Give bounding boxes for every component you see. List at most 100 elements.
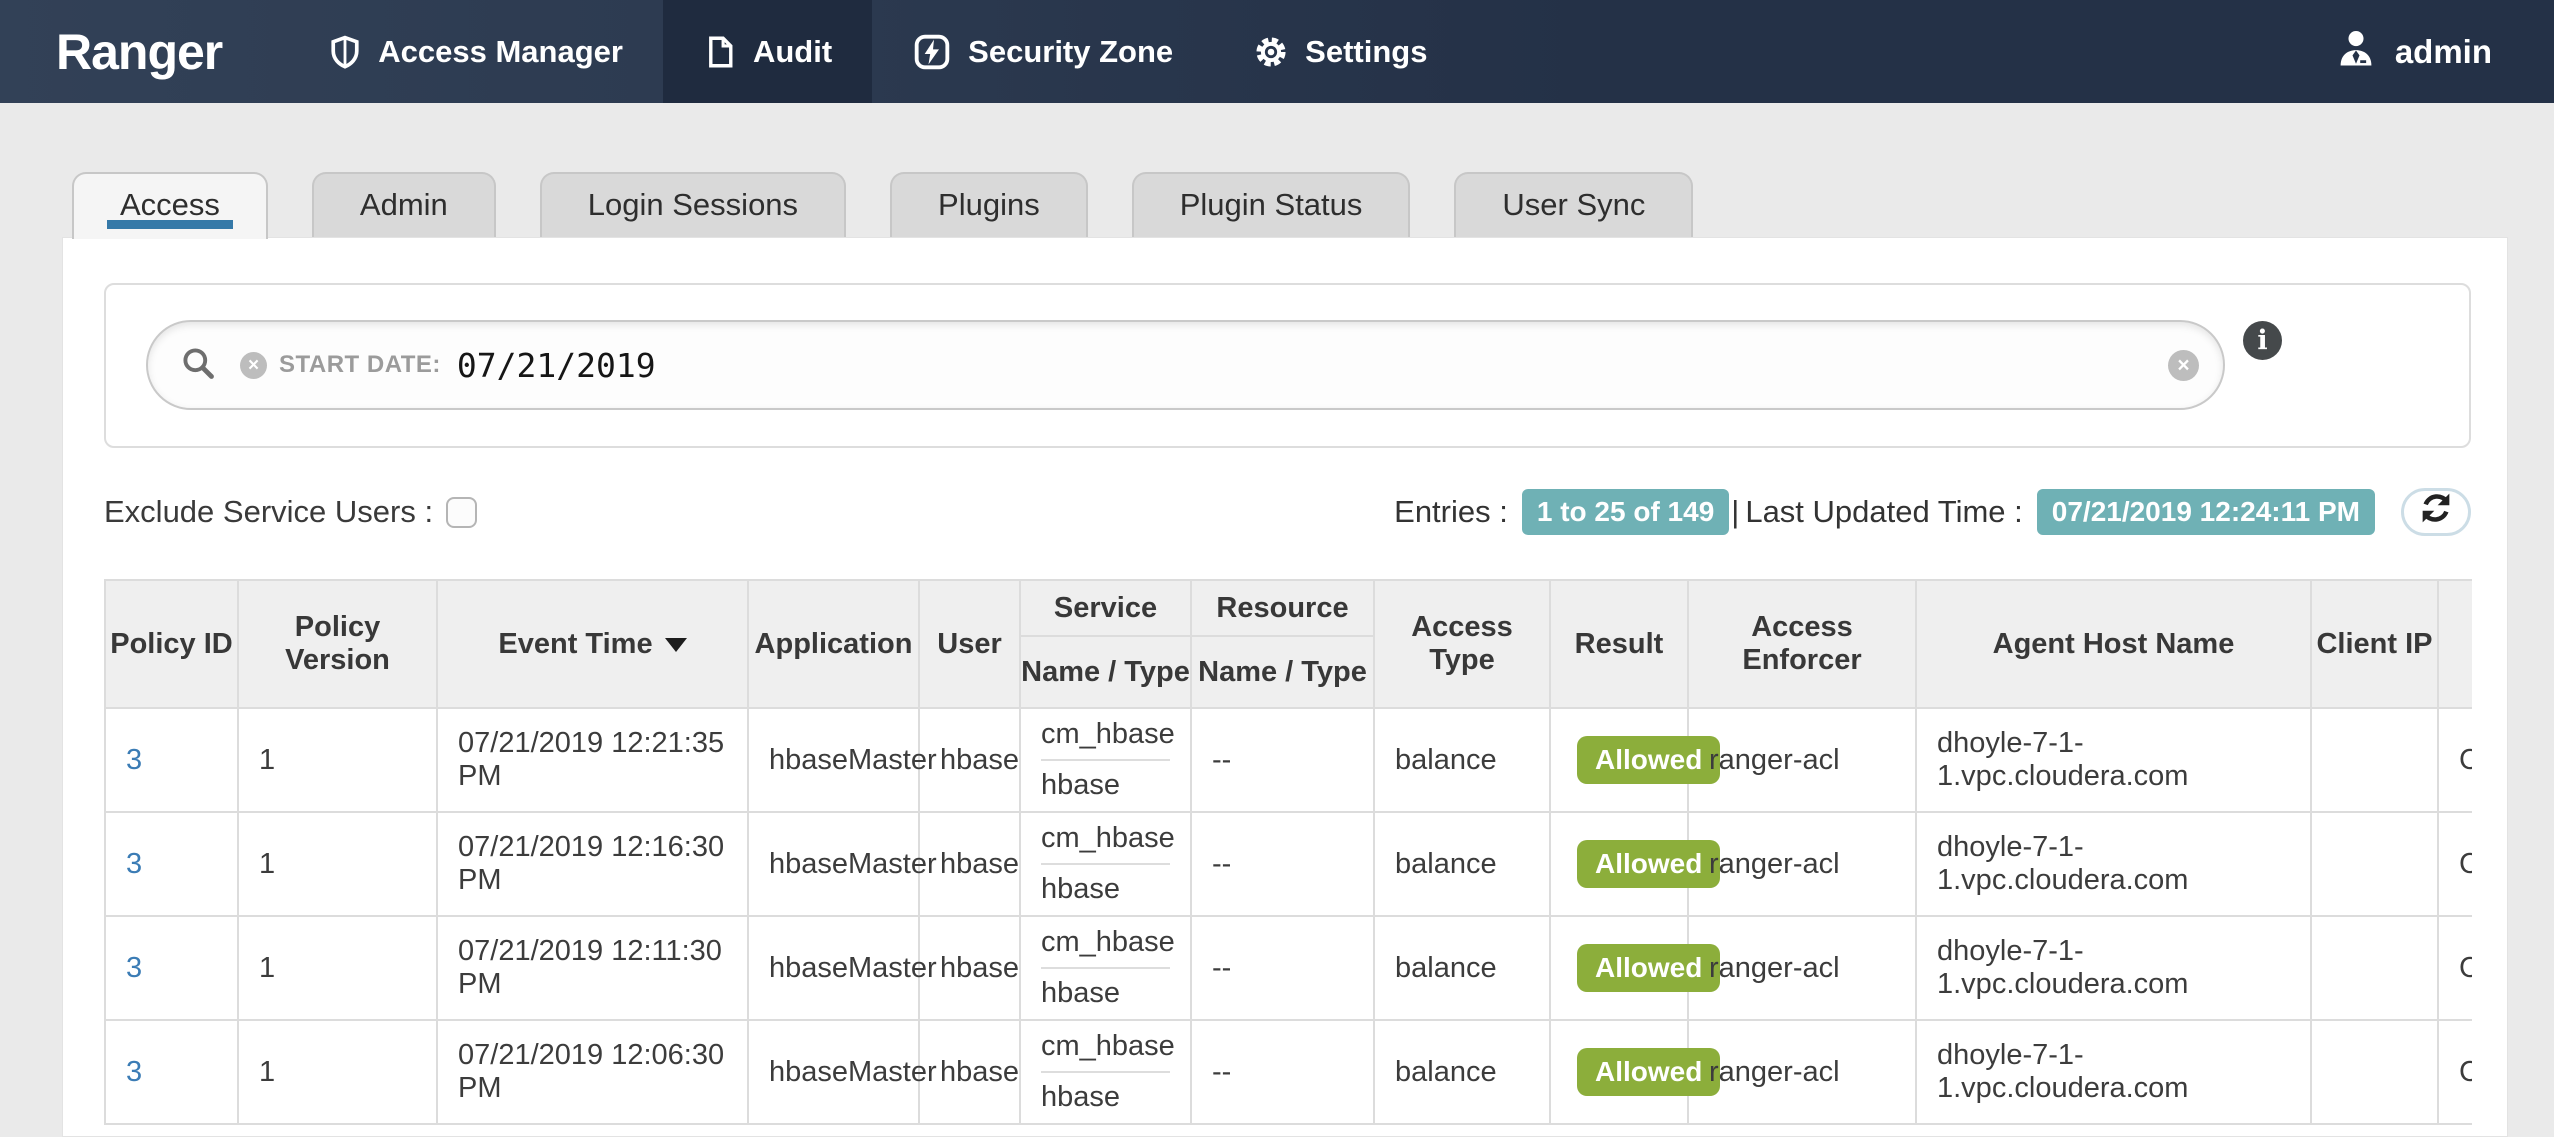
top-navbar: Ranger Access Manager Audit Security Zon…	[0, 0, 2554, 103]
filter-tag-label: START DATE:	[279, 351, 441, 379]
search-filter-box: × START DATE: 07/21/2019 × i	[104, 283, 2471, 448]
policy-id-link[interactable]: 3	[126, 952, 142, 984]
search-input[interactable]: × START DATE: 07/21/2019 ×	[146, 320, 2225, 410]
exclude-service-users-label: Exclude Service Users :	[104, 494, 433, 530]
result-badge: Allowed	[1577, 840, 1720, 888]
service-cell: cm_hbase hbase	[1020, 812, 1191, 916]
col-user: User	[919, 580, 1020, 708]
agent-host-cell: dhoyle-7-1-1.vpc.cloudera.com	[1916, 812, 2311, 916]
application-cell: hbaseMaster	[748, 812, 919, 916]
resource-cell: --	[1191, 916, 1374, 1020]
stats-divider: |	[1731, 494, 1739, 530]
col-client-ip: Client IP	[2311, 580, 2438, 708]
last-updated-label: Last Updated Time :	[1745, 494, 2022, 530]
tab-admin[interactable]: Admin	[312, 172, 496, 237]
agent-host-cell: dhoyle-7-1-1.vpc.cloudera.com	[1916, 708, 2311, 812]
access-type-cell: balance	[1374, 1020, 1550, 1124]
result-cell: Allowed	[1550, 1020, 1688, 1124]
access-type-cell: balance	[1374, 916, 1550, 1020]
refresh-icon	[2418, 490, 2454, 534]
user-icon	[2335, 27, 2377, 77]
nav-security-zone[interactable]: Security Zone	[872, 0, 1213, 103]
refresh-button[interactable]	[2401, 488, 2471, 536]
col-group-service: Service	[1020, 580, 1191, 636]
col-policy-version: Policy Version	[238, 580, 437, 708]
event-time-cell: 07/21/2019 12:06:30 PM	[437, 1020, 748, 1124]
access-enforcer-cell: ranger-acl	[1688, 812, 1916, 916]
tab-user-sync[interactable]: User Sync	[1454, 172, 1693, 237]
entries-label: Entries :	[1394, 494, 1508, 530]
service-type: hbase	[1041, 969, 1170, 1019]
audit-table-row: 3 1 07/21/2019 12:21:35 PM hbaseMaster h…	[105, 708, 2472, 812]
service-cell: cm_hbase hbase	[1020, 708, 1191, 812]
nav-item-label: Access Manager	[378, 34, 623, 70]
col-access-type: Access Type	[1374, 580, 1550, 708]
col-policy-id: Policy ID	[105, 580, 238, 708]
cluster-cell-clipped: C	[2438, 812, 2472, 916]
nav-settings[interactable]: Settings	[1213, 0, 1467, 103]
service-name: cm_hbase	[1041, 813, 1170, 865]
nav-item-label: Audit	[753, 34, 832, 70]
col-event-time[interactable]: Event Time	[437, 580, 748, 708]
info-icon[interactable]: i	[2243, 321, 2282, 360]
audit-table-row: 3 1 07/21/2019 12:11:30 PM hbaseMaster h…	[105, 916, 2472, 1020]
policy-id-link[interactable]: 3	[126, 744, 142, 776]
audit-table-body: 3 1 07/21/2019 12:21:35 PM hbaseMaster h…	[105, 708, 2472, 1124]
tab-plugin-status[interactable]: Plugin Status	[1132, 172, 1411, 237]
service-name: cm_hbase	[1041, 1021, 1170, 1073]
access-type-cell: balance	[1374, 708, 1550, 812]
result-cell: Allowed	[1550, 708, 1688, 812]
col-resource-name-type: Name / Type	[1191, 636, 1374, 708]
application-cell: hbaseMaster	[748, 708, 919, 812]
service-cell: cm_hbase hbase	[1020, 916, 1191, 1020]
col-application: Application	[748, 580, 919, 708]
service-type: hbase	[1041, 1073, 1170, 1123]
client-ip-cell	[2311, 708, 2438, 812]
sort-desc-icon	[665, 638, 687, 652]
gear-icon	[1253, 34, 1289, 70]
client-ip-cell	[2311, 812, 2438, 916]
shield-icon	[328, 35, 362, 69]
col-service-name-type: Name / Type	[1020, 636, 1191, 708]
policy-id-link[interactable]: 3	[126, 1056, 142, 1088]
access-enforcer-cell: ranger-acl	[1688, 1020, 1916, 1124]
col-cluster-clipped: C	[2438, 580, 2472, 708]
audit-table-row: 3 1 07/21/2019 12:06:30 PM hbaseMaster h…	[105, 1020, 2472, 1124]
table-controls-row: Exclude Service Users : Entries : 1 to 2…	[104, 479, 2471, 545]
resource-cell: --	[1191, 708, 1374, 812]
audit-access-panel: × START DATE: 07/21/2019 × i Exclude Ser…	[62, 237, 2508, 1137]
tab-access[interactable]: Access	[72, 172, 268, 239]
user-menu[interactable]: admin	[2273, 0, 2554, 103]
nav-audit[interactable]: Audit	[663, 0, 872, 103]
ranger-logo[interactable]: Ranger	[0, 0, 288, 103]
file-icon	[703, 35, 737, 69]
application-cell: hbaseMaster	[748, 916, 919, 1020]
service-type: hbase	[1041, 865, 1170, 915]
entries-count-badge: 1 to 25 of 149	[1522, 489, 1729, 535]
clear-search-icon[interactable]: ×	[2168, 350, 2199, 381]
last-updated-badge: 07/21/2019 12:24:11 PM	[2037, 489, 2375, 535]
nav-item-label: Security Zone	[968, 34, 1173, 70]
cluster-cell-clipped: C	[2438, 708, 2472, 812]
user-name: admin	[2395, 33, 2492, 71]
policy-version-cell: 1	[238, 916, 437, 1020]
result-cell: Allowed	[1550, 916, 1688, 1020]
policy-id-link[interactable]: 3	[126, 848, 142, 880]
nav-access-manager[interactable]: Access Manager	[288, 0, 663, 103]
remove-filter-tag-icon[interactable]: ×	[240, 352, 267, 379]
exclude-service-users-checkbox[interactable]	[446, 497, 477, 528]
result-cell: Allowed	[1550, 812, 1688, 916]
result-badge: Allowed	[1577, 944, 1720, 992]
access-enforcer-cell: ranger-acl	[1688, 708, 1916, 812]
client-ip-cell	[2311, 1020, 2438, 1124]
result-badge: Allowed	[1577, 1048, 1720, 1096]
policy-version-cell: 1	[238, 708, 437, 812]
bolt-icon	[912, 32, 952, 72]
col-access-enforcer: Access Enforcer	[1688, 580, 1916, 708]
event-time-cell: 07/21/2019 12:16:30 PM	[437, 812, 748, 916]
client-ip-cell	[2311, 916, 2438, 1020]
tab-plugins[interactable]: Plugins	[890, 172, 1088, 237]
tab-login-sessions[interactable]: Login Sessions	[540, 172, 846, 237]
search-icon	[180, 345, 216, 386]
resource-cell: --	[1191, 1020, 1374, 1124]
